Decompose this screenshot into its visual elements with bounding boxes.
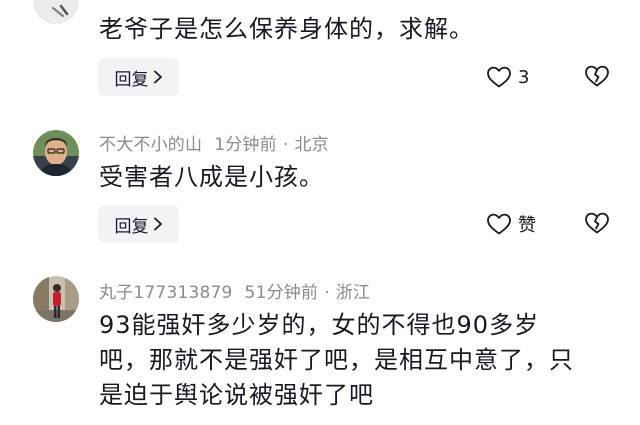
- comment-text: 93能强奸多少岁的，女的不得也90多岁 吧，那就不是强奸了吧，是相互中意了，只 …: [99, 308, 619, 413]
- comment-text: 受害者八成是小孩。: [99, 163, 324, 191]
- chevron-right-icon: [153, 70, 162, 84]
- comment-text-line: 吧，那就不是强奸了吧，是相互中意了，只: [99, 346, 574, 374]
- comment-meta: 不大不小的山 1分钟前 · 北京: [99, 130, 329, 155]
- broken-heart-icon: [585, 212, 609, 234]
- broken-heart-icon: [585, 65, 609, 87]
- like-count: 3: [518, 66, 530, 88]
- comment-meta: 丸子177313879 51分钟前 · 浙江: [99, 278, 370, 303]
- reply-label: 回复: [114, 216, 149, 237]
- like-label: 赞: [518, 215, 536, 236]
- meta-separator: ·: [282, 135, 289, 155]
- avatar[interactable]: [33, 130, 79, 176]
- like-button[interactable]: 赞: [486, 211, 536, 237]
- comment-text-line: 是迫于舆论说被强奸了吧: [99, 381, 374, 409]
- dislike-button[interactable]: [584, 64, 610, 90]
- reply-button[interactable]: 回复: [98, 58, 179, 96]
- comment-text-line: 93能强奸多少岁的，女的不得也90多岁: [99, 311, 540, 339]
- comment-location: 北京: [294, 135, 329, 155]
- avatar-image: [33, 0, 79, 24]
- author-name[interactable]: 丸子177313879: [99, 283, 233, 303]
- avatar[interactable]: [33, 276, 79, 322]
- avatar-image: [33, 276, 79, 322]
- chevron-right-icon: [153, 217, 162, 231]
- meta-separator: ·: [324, 283, 330, 303]
- reply-button[interactable]: 回复: [98, 205, 179, 243]
- comment-location: 浙江: [335, 283, 371, 303]
- heart-outline-icon: [487, 213, 511, 235]
- author-name[interactable]: 不大不小的山: [99, 135, 202, 155]
- heart-outline-icon: [487, 66, 511, 88]
- dislike-button[interactable]: [584, 211, 610, 237]
- reply-label: 回复: [114, 69, 149, 90]
- avatar-image: [33, 130, 79, 176]
- like-button[interactable]: 3: [486, 64, 529, 90]
- comment-text: 老爷子是怎么保养身体的，求解。: [99, 15, 474, 43]
- comment-time: 51分钟前: [244, 283, 319, 303]
- avatar[interactable]: [33, 0, 79, 24]
- comment-time: 1分钟前: [214, 135, 277, 155]
